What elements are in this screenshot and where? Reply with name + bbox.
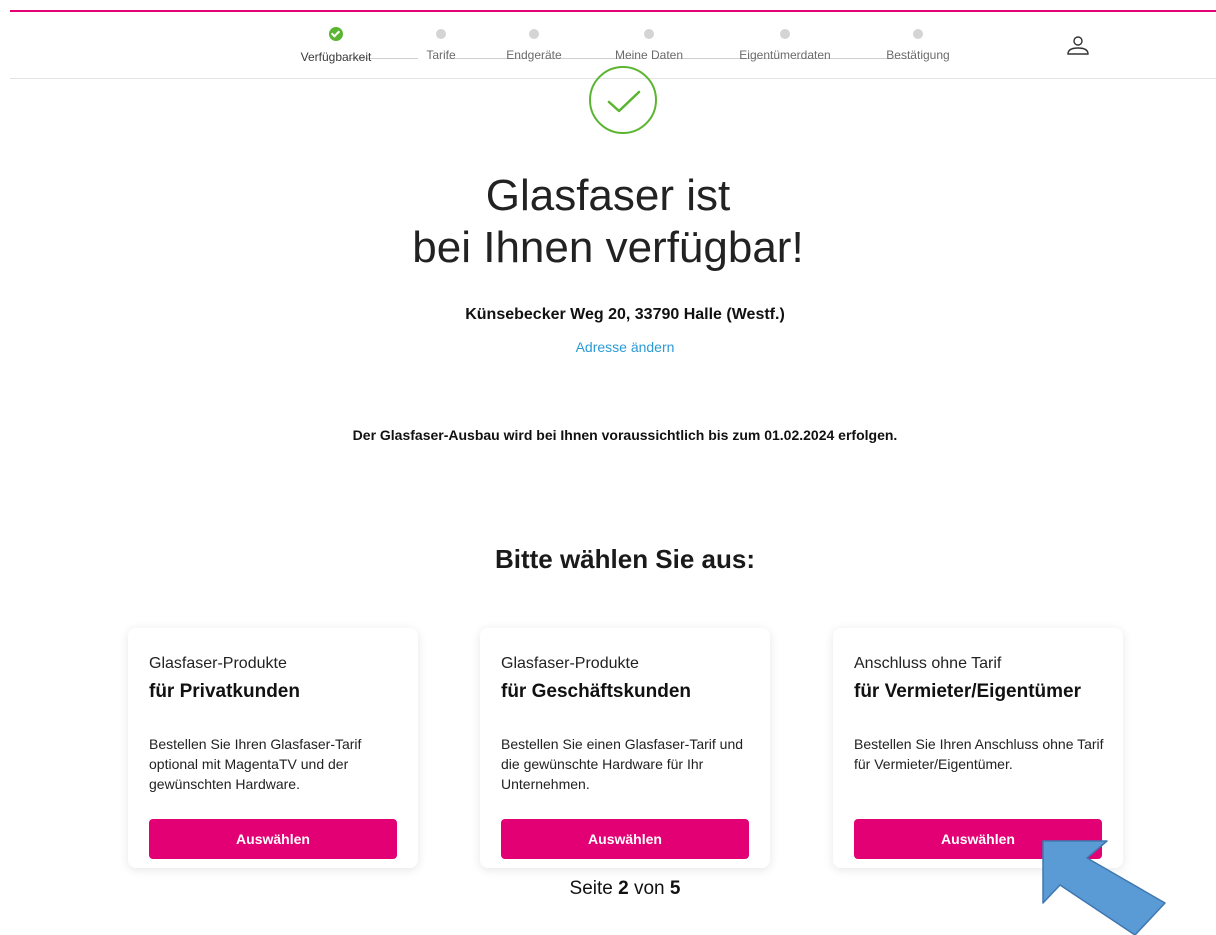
card-title: für Vermieter/Eigentümer xyxy=(854,681,1082,702)
brand-top-line xyxy=(10,10,1216,12)
card-description: Bestellen Sie Ihren Glasfaser-Tarif opti… xyxy=(149,736,362,792)
card-title: für Geschäftskunden xyxy=(501,681,692,702)
check-circle-icon xyxy=(589,66,657,134)
step-label: Verfügbarkeit xyxy=(300,50,372,64)
step-bestaetigung: Bestätigung xyxy=(858,25,978,62)
step-pending-icon xyxy=(780,29,790,39)
step-verfuegbarkeit: Verfügbarkeit xyxy=(276,25,396,64)
select-geschaeftskunden-button[interactable]: Auswählen xyxy=(501,819,749,859)
card-kicker: Anschluss ohne Tarif xyxy=(854,655,1002,672)
user-icon[interactable] xyxy=(1066,32,1090,60)
page-indicator-prefix: Seite xyxy=(569,878,619,899)
selection-title: Bitte wählen Sie aus: xyxy=(494,544,756,574)
step-label: Meine Daten xyxy=(614,48,684,62)
card-description: Bestellen Sie einen Glasfaser-Tarif und … xyxy=(501,736,744,792)
card-title: für Privatkunden xyxy=(149,681,300,702)
page-current: 2 xyxy=(618,878,629,899)
step-complete-icon xyxy=(329,27,343,41)
step-pending-icon xyxy=(529,29,539,39)
select-privatkunden-button[interactable]: Auswählen xyxy=(149,819,397,859)
page-indicator-middle: von xyxy=(628,878,670,899)
card-privatkunden: Glasfaser-Produkte für Privatkunden Best… xyxy=(128,628,418,868)
rollout-notice: Der Glasfaser-Ausbau wird bei Ihnen vora… xyxy=(352,427,898,443)
card-vermieter-eigentuemer: Anschluss ohne Tarif für Vermieter/Eigen… xyxy=(833,628,1123,868)
step-eigentuemerdaten: Eigentümerdaten xyxy=(725,25,845,62)
address-text: Künsebecker Weg 20, 33790 Halle (Westf.) xyxy=(465,306,785,323)
headline-line-2: bei Ihnen verfügbar! xyxy=(412,223,804,272)
page-total: 5 xyxy=(669,878,681,899)
step-label: Endgeräte xyxy=(506,48,562,62)
pointer-arrow-icon xyxy=(1042,840,1166,935)
step-pending-icon xyxy=(913,29,923,39)
card-description: Bestellen Sie Ihren Anschluss ohne Tarif… xyxy=(854,736,1104,772)
step-pending-icon xyxy=(644,29,654,39)
step-label: Eigentümerdaten xyxy=(739,48,831,62)
step-endgeraete: Endgeräte xyxy=(474,25,594,62)
step-pending-icon xyxy=(436,29,446,39)
card-geschaeftskunden: Glasfaser-Produkte für Geschäftskunden B… xyxy=(480,628,770,868)
page-title: Glasfaser ist bei Ihnen verfügbar! xyxy=(0,170,1216,274)
card-kicker: Glasfaser-Produkte xyxy=(501,655,639,672)
step-label: Bestätigung xyxy=(886,48,950,62)
headline-line-1: Glasfaser ist xyxy=(485,171,731,220)
card-kicker: Glasfaser-Produkte xyxy=(149,655,287,672)
change-address-link[interactable]: Adresse ändern xyxy=(0,339,1216,355)
step-meine-daten: Meine Daten xyxy=(589,25,709,62)
progress-stepper: Verfügbarkeit Tarife Endgeräte Meine Dat… xyxy=(0,25,1216,65)
